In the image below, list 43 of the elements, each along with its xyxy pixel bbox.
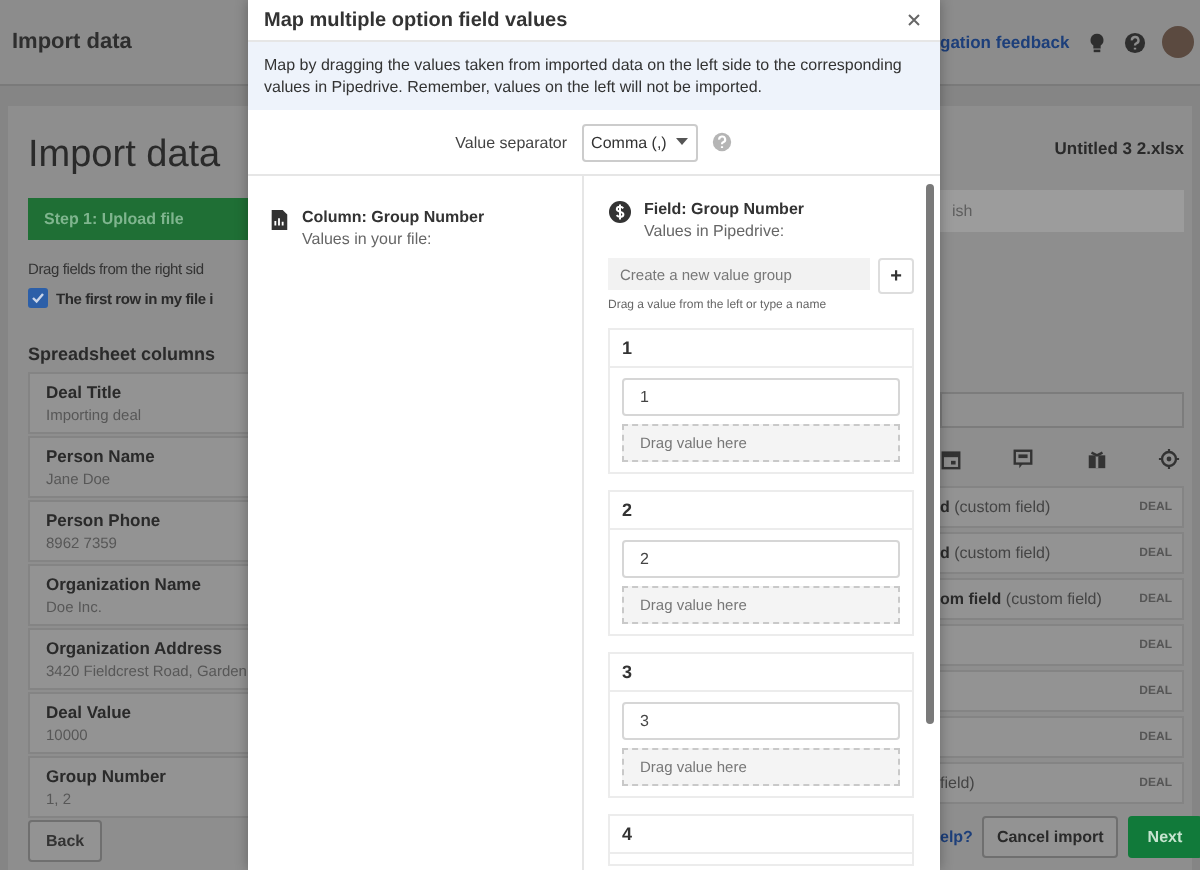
dollar-icon — [608, 200, 632, 225]
field-subtitle: Values in Pipedrive: — [644, 222, 787, 241]
back-button[interactable]: Back — [28, 820, 103, 862]
spreadsheet-file-icon — [268, 208, 290, 233]
field-name: d (custom field) — [940, 498, 1051, 516]
modal-title: Map multiple option field values — [264, 9, 568, 31]
page-title: Import data — [28, 134, 223, 178]
calendar-icon[interactable] — [940, 448, 962, 470]
add-group-button[interactable]: + — [878, 258, 914, 295]
value-chip[interactable]: 3 — [622, 702, 900, 741]
app-title: Import data — [12, 30, 132, 54]
feedback-link[interactable]: gation feedback — [940, 32, 1070, 52]
scrollbar[interactable] — [926, 184, 934, 725]
avatar[interactable] — [1161, 26, 1194, 58]
note-icon[interactable] — [1012, 448, 1035, 470]
value-chip[interactable]: 2 — [622, 540, 900, 579]
group-label: 3 — [610, 654, 912, 693]
field-name: field) — [940, 774, 975, 792]
value-chip[interactable]: 1 — [622, 378, 900, 417]
column-title: Column: Group Number — [302, 208, 485, 227]
next-button[interactable]: Next — [1127, 816, 1200, 858]
info-banner: Map by dragging the values taken from imported data on the left side to the corresponding values in Pipedrive. Remember, values on the left will not be imported. — [248, 42, 940, 111]
group-label: 1 — [610, 330, 912, 369]
column-subtitle: Values in your file: — [302, 230, 434, 249]
field-name: om field (custom field) — [940, 590, 1102, 608]
file-name: Untitled 3 2.xlsx — [1054, 138, 1184, 158]
field-title: Field: Group Number — [644, 200, 804, 219]
target-icon[interactable] — [1157, 448, 1180, 470]
separator-select[interactable]: Comma (,) — [581, 123, 699, 162]
lightbulb-icon[interactable] — [1085, 31, 1108, 53]
field-name: d (custom field) — [940, 544, 1051, 562]
close-icon[interactable] — [904, 10, 924, 30]
checkbox[interactable] — [28, 288, 48, 308]
cancel-import-button[interactable]: Cancel import — [982, 816, 1118, 858]
help-link[interactable]: elp? — [940, 828, 973, 846]
separator-label: Value separator — [455, 133, 568, 152]
group-label: 2 — [610, 492, 912, 531]
caret-icon — [676, 138, 689, 147]
group-label: 4 — [610, 816, 912, 855]
gift-icon[interactable] — [1085, 448, 1108, 470]
help-icon[interactable] — [1123, 31, 1146, 53]
section-title: Spreadsheet columns — [28, 344, 218, 364]
search-field[interactable] — [940, 392, 1184, 428]
